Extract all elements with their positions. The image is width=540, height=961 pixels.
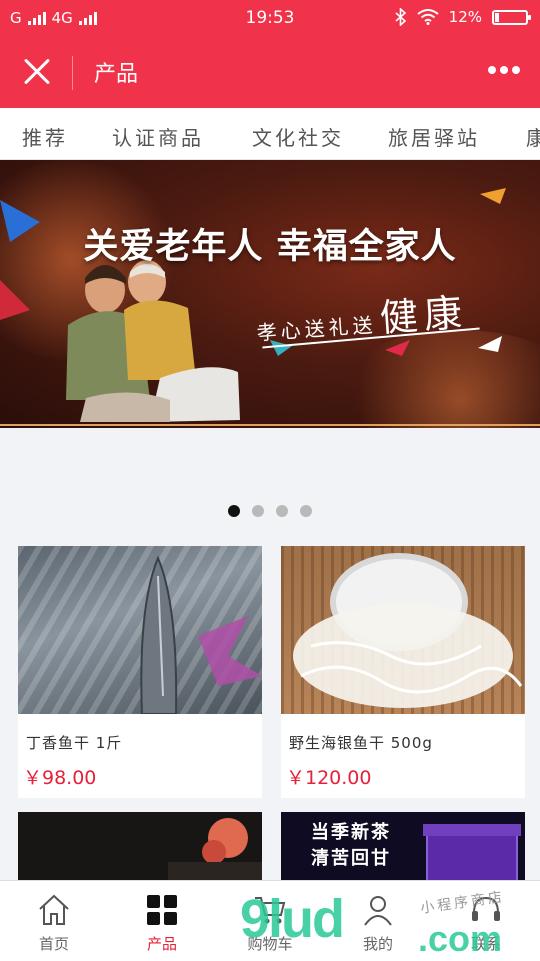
banner-bottom-line: [0, 424, 540, 426]
product-price: ￥120.00: [286, 767, 372, 789]
product-image: [281, 546, 525, 714]
banner-tagline-small: 孝心送礼送: [255, 312, 378, 346]
tea-promo-line2: 清苦回甘: [311, 848, 391, 869]
home-icon: [39, 894, 69, 925]
product-image-art: [140, 555, 262, 715]
tab-culture[interactable]: 文化社交: [252, 122, 344, 151]
product-image-art: [293, 553, 523, 708]
watermark-logo: 9lud: [240, 889, 345, 949]
status-bar: G 4G 19:53 12%: [0, 0, 540, 36]
battery-icon: [492, 9, 531, 25]
tab-health[interactable]: 康: [526, 122, 540, 151]
product-card[interactable]: 野生海银鱼干 500g ￥120.00: [281, 546, 525, 798]
tab-products[interactable]: 产品: [108, 881, 216, 961]
watermark-domain: .com: [418, 918, 503, 959]
battery-fill: [495, 12, 499, 22]
grid-icon: [147, 895, 177, 925]
tab-products-label: 产品: [146, 935, 177, 953]
tea-tin-image: [423, 824, 521, 882]
carousel-dot[interactable]: [252, 505, 264, 517]
tea-promo-line1: 当季新茶: [311, 822, 391, 843]
carousel-dot[interactable]: [276, 505, 288, 517]
bluetooth-icon: [395, 8, 406, 26]
tab-recommend[interactable]: 推荐: [22, 122, 68, 151]
product-image: [168, 818, 262, 882]
user-icon: [364, 896, 392, 926]
category-tabs: 推荐 认证商品 文化社交 旅居驿站 康: [0, 108, 540, 160]
nav-bar: 产品: [0, 36, 540, 108]
banner[interactable]: 关爱老年人 幸福全家人 孝心送礼送健康: [0, 160, 540, 428]
product-name: 丁香鱼干 1斤: [26, 734, 123, 752]
status-icons: 12%: [395, 8, 531, 26]
more-icon[interactable]: [488, 66, 520, 74]
carousel-dot[interactable]: [228, 505, 240, 517]
tab-home-label: 首页: [38, 935, 69, 953]
product-name: 野生海银鱼干 500g: [289, 734, 433, 752]
page-title: 产品: [94, 62, 139, 87]
product-card[interactable]: 丁香鱼干 1斤 ￥98.00: [18, 546, 262, 798]
product-card[interactable]: 当季新茶 清苦回甘: [281, 812, 525, 882]
tab-home[interactable]: 首页: [0, 881, 108, 961]
product-image: [18, 546, 262, 715]
banner-headline: 关爱老年人 幸福全家人: [83, 227, 457, 267]
battery-percent: 12%: [448, 8, 482, 26]
nav-divider: [72, 56, 73, 90]
wifi-icon: [417, 9, 439, 25]
carousel-indicator: [0, 505, 540, 517]
carousel-dot[interactable]: [300, 505, 312, 517]
tab-certified[interactable]: 认证商品: [112, 122, 204, 151]
tab-travel[interactable]: 旅居驿站: [388, 122, 480, 151]
close-icon[interactable]: [20, 54, 54, 88]
product-card[interactable]: [18, 812, 262, 882]
product-price: ￥98.00: [23, 767, 97, 789]
